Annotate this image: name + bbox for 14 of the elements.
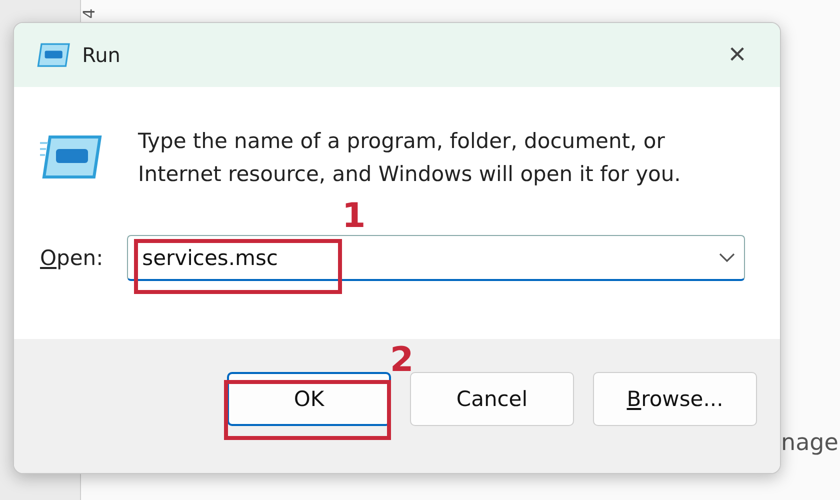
open-field[interactable]: services.msc — [127, 235, 746, 281]
chevron-down-icon[interactable] — [719, 253, 736, 263]
close-button[interactable]: × — [716, 38, 758, 72]
dialog-button[interactable]: Browse... — [593, 372, 757, 426]
ruler-number: 4 — [80, 8, 99, 19]
instruction-text: Type the name of a program, folder, document, or Internet resource, and Windows will open it for you. — [138, 128, 682, 188]
window-title: Run — [82, 43, 122, 67]
dialog-button[interactable]: OK — [227, 372, 391, 426]
run-icon — [36, 42, 70, 68]
dialog-button[interactable]: Cancel — [410, 372, 574, 426]
background-text: nage — [781, 430, 838, 456]
open-label: Open: — [40, 246, 104, 270]
step-number: 1 — [342, 196, 366, 236]
run-icon — [40, 135, 102, 179]
